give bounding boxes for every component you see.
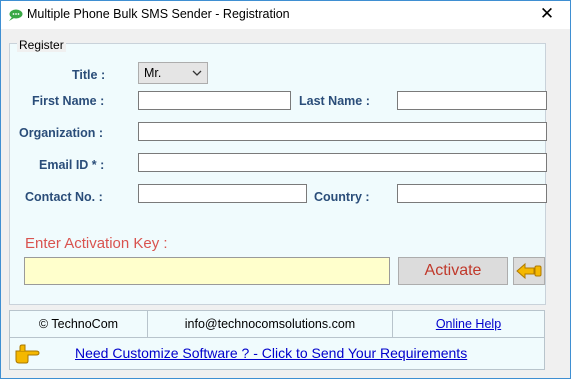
- last-name-label: Last Name :: [299, 94, 370, 108]
- copyright-text: © TechnoCom: [38, 317, 119, 331]
- first-name-input[interactable]: [138, 91, 291, 110]
- country-label: Country :: [314, 190, 370, 204]
- online-help-link[interactable]: Online Help: [393, 311, 544, 337]
- title-bar: Multiple Phone Bulk SMS Sender - Registr…: [1, 1, 570, 29]
- chevron-down-icon: [192, 70, 202, 76]
- pointing-hand-icon: [15, 344, 40, 364]
- contact-email-text: info@technocomsolutions.com: [184, 317, 356, 331]
- contact-input[interactable]: [138, 184, 307, 203]
- email-label: Email ID * :: [39, 158, 105, 172]
- title-select-value: Mr.: [144, 66, 162, 80]
- back-button[interactable]: [513, 257, 545, 285]
- first-name-label: First Name :: [32, 94, 105, 108]
- activation-key-label: Enter Activation Key :: [25, 235, 168, 252]
- customize-software-link[interactable]: Need Customize Software ? - Click to Sen…: [75, 345, 467, 361]
- title-label: Title :: [72, 68, 106, 82]
- organization-label: Organization :: [19, 126, 104, 140]
- client-area: Register Title : Mr. First Name : Last N…: [1, 29, 570, 378]
- footer-info-row: © TechnoCom info@technocomsolutions.com …: [9, 310, 545, 338]
- activation-key-input[interactable]: [24, 257, 390, 285]
- registration-window: Multiple Phone Bulk SMS Sender - Registr…: [0, 0, 571, 379]
- last-name-input[interactable]: [397, 91, 547, 110]
- country-input[interactable]: [397, 184, 547, 203]
- email-input[interactable]: [138, 153, 547, 172]
- close-button[interactable]: ✕: [524, 1, 570, 29]
- activate-button[interactable]: Activate: [398, 257, 508, 285]
- sms-app-icon: [9, 9, 23, 21]
- organization-input[interactable]: [138, 122, 547, 141]
- close-icon: ✕: [539, 4, 555, 23]
- register-group-legend: Register: [17, 38, 66, 52]
- title-select[interactable]: Mr.: [138, 62, 208, 84]
- window-title: Multiple Phone Bulk SMS Sender - Registr…: [27, 7, 290, 21]
- contact-label: Contact No. :: [25, 190, 103, 204]
- back-arrow-hand-icon: [516, 262, 542, 280]
- footer-custom-row: Need Customize Software ? - Click to Sen…: [9, 338, 545, 370]
